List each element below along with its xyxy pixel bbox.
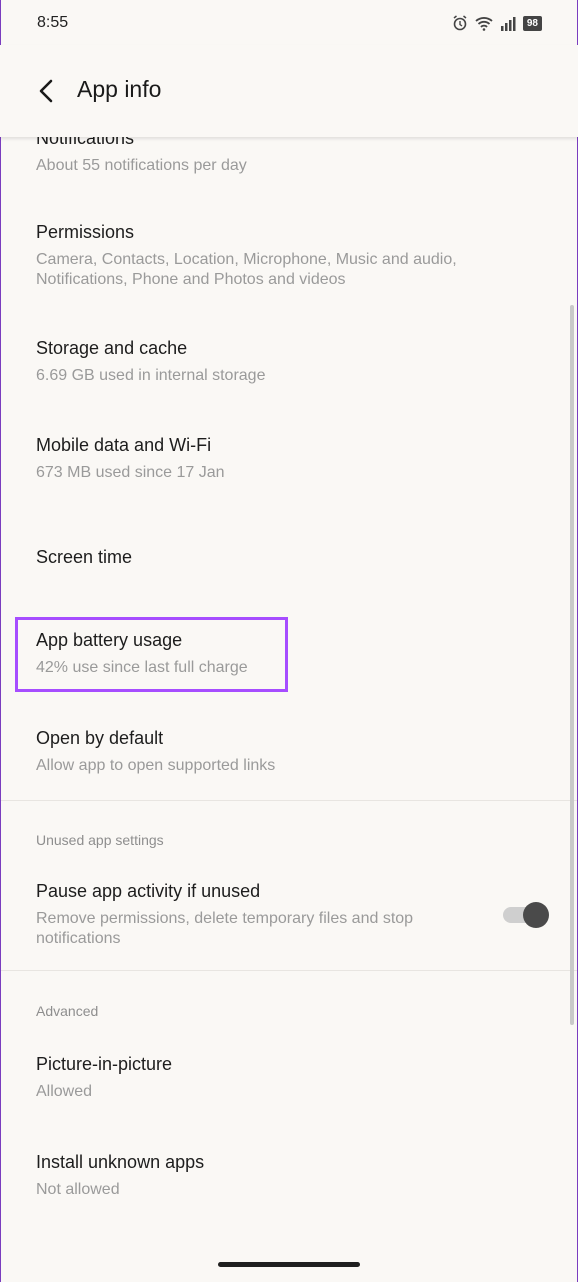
pause-app-activity-toggle[interactable]	[503, 902, 549, 928]
status-time: 8:55	[37, 14, 69, 31]
list-item-subtitle: Allowed	[36, 1083, 93, 1100]
list-item-open-by-default[interactable]: Open by default Allow app to open suppor…	[36, 727, 516, 776]
list-item-subtitle: Remove permissions, delete temporary fil…	[36, 910, 414, 947]
list-item-subtitle: 673 MB used since 17 Jan	[36, 464, 225, 481]
list-item-title: Install unknown apps	[36, 1152, 205, 1172]
signal-icon	[500, 16, 516, 31]
list-item-screen-time[interactable]: Screen time	[36, 546, 516, 568]
highlight-box	[15, 617, 288, 692]
list-item-subtitle: 6.69 GB used in internal storage	[36, 367, 266, 384]
list-item-title: Pause app activity if unused	[36, 881, 261, 901]
settings-list[interactable]: Notifications About 55 notifications per…	[0, 137, 578, 1282]
list-item-storage[interactable]: Storage and cache 6.69 GB used in intern…	[36, 337, 516, 386]
list-item-title: Permissions	[36, 222, 135, 242]
list-item-subtitle: About 55 notifications per day	[36, 157, 247, 174]
list-item-title: Screen time	[36, 547, 133, 567]
list-item-picture-in-picture[interactable]: Picture-in-picture Allowed	[36, 1053, 516, 1102]
list-item-title: Notifications	[36, 137, 135, 148]
back-arrow-icon[interactable]	[32, 76, 62, 106]
section-divider	[0, 800, 578, 801]
section-header-advanced: Advanced	[36, 1003, 99, 1019]
list-item-mobile-data[interactable]: Mobile data and Wi-Fi 673 MB used since …	[36, 434, 516, 483]
list-item-subtitle: Camera, Contacts, Location, Microphone, …	[36, 251, 457, 288]
list-item-install-unknown-apps[interactable]: Install unknown apps Not allowed	[36, 1151, 516, 1200]
scrollbar[interactable]	[570, 305, 574, 1025]
list-item-title: Storage and cache	[36, 338, 188, 358]
list-item-notifications[interactable]: Notifications About 55 notifications per…	[36, 137, 516, 176]
section-divider	[0, 970, 578, 971]
status-bar: 8:55 98	[0, 0, 578, 45]
list-item-title: Picture-in-picture	[36, 1054, 173, 1074]
toggle-knob	[523, 902, 549, 928]
app-bar: App info	[0, 45, 578, 137]
list-item-subtitle: Not allowed	[36, 1181, 120, 1198]
alarm-icon	[453, 15, 467, 31]
section-header-unused: Unused app settings	[36, 832, 164, 848]
wifi-icon	[475, 16, 493, 31]
list-item-title: Mobile data and Wi-Fi	[36, 435, 212, 455]
gesture-nav-bar[interactable]	[218, 1262, 360, 1267]
list-item-permissions[interactable]: Permissions Camera, Contacts, Location, …	[36, 221, 516, 290]
list-item-pause-app-activity[interactable]: Pause app activity if unused Remove perm…	[36, 880, 466, 949]
battery-icon: 98	[522, 15, 542, 31]
list-item-subtitle: Allow app to open supported links	[36, 757, 276, 774]
list-item-title: Open by default	[36, 728, 164, 748]
page-title: App info	[77, 76, 162, 102]
status-icons: 98	[452, 13, 542, 33]
